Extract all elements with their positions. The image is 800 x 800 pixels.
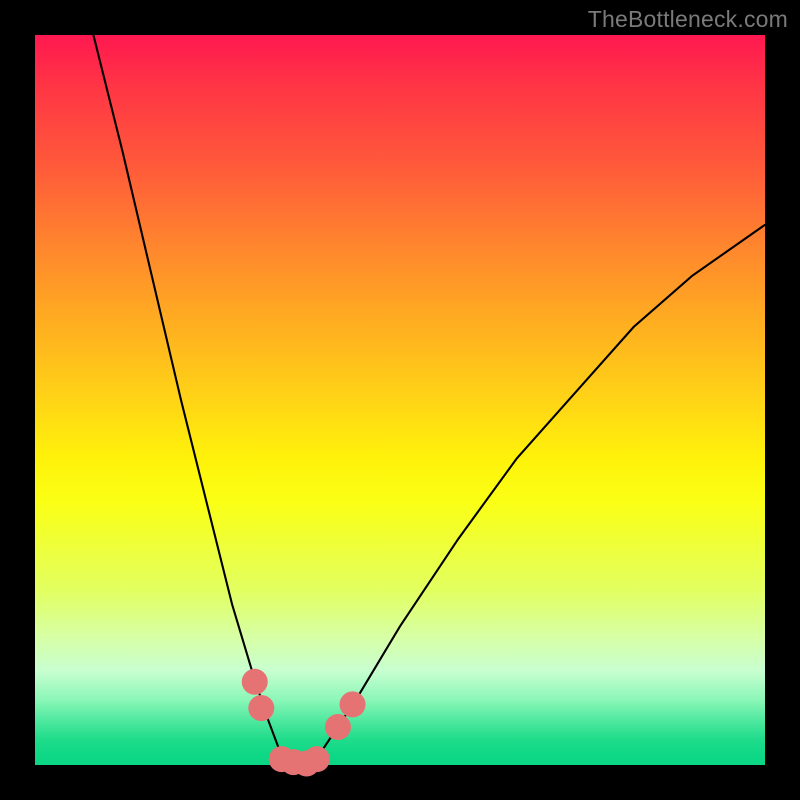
left-marker-upper [242, 669, 268, 695]
valley-markers [242, 669, 366, 777]
left-marker-lower [248, 695, 274, 721]
valley-marker-4 [304, 746, 330, 772]
chart-svg [35, 35, 765, 765]
left-curve [93, 35, 286, 765]
watermark-text: TheBottleneck.com [588, 6, 788, 33]
frame: TheBottleneck.com [0, 0, 800, 800]
right-marker-upper [340, 691, 366, 717]
right-marker-lower [325, 714, 351, 740]
right-curve [312, 225, 765, 765]
